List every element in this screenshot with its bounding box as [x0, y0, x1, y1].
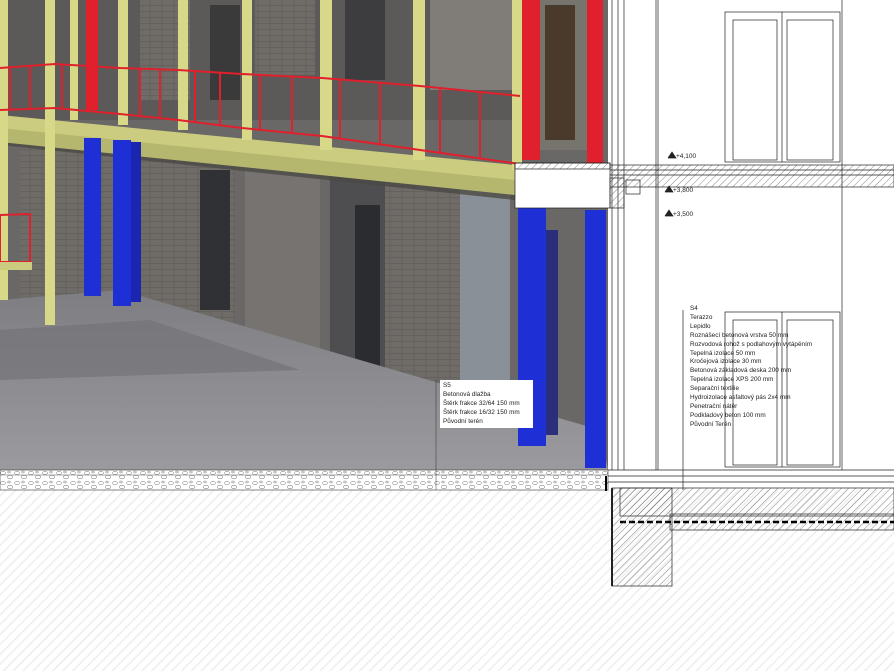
- legend-s4-layer: Penetrační nátěr: [690, 402, 738, 410]
- level-label-mid: +3,800: [673, 187, 694, 194]
- legend-s4-layer: Separační textilie: [690, 385, 740, 393]
- legend-s4-code: S4: [690, 305, 698, 312]
- legend-s4-layer: Podkladový beton 100 mm: [690, 411, 766, 419]
- legend-s5-layer: Původní terén: [443, 417, 483, 425]
- level-label-low: +3,500: [673, 211, 694, 218]
- legend-s4-layer: Tepelná izolace 50 mm: [690, 349, 756, 357]
- legend-s4-layer: Tepelná izolace XPS 200 mm: [690, 376, 774, 384]
- legend-s5-layer: Štěrk frakce 16/32 150 mm: [443, 408, 520, 416]
- legend-s4-layer: Terazzo: [690, 313, 713, 321]
- section-drawing: +4,100 +3,800 +3,500 S5 Betonová dlažba …: [0, 0, 894, 671]
- legend-s4-layer: Roznášecí betonová vrstva 50 mm: [690, 331, 789, 339]
- legend-s4: S4 Terazzo Lepidlo Roznášecí betonová vr…: [690, 305, 830, 430]
- legend-s4-layer: Betonová základová deska 200 mm: [690, 367, 792, 375]
- legend-s5-layer: Štěrk frakce 32/64 150 mm: [443, 399, 520, 407]
- level-label-top: +4,100: [676, 153, 697, 160]
- legend-s5-code: S5: [443, 382, 451, 389]
- legend-s4-layer: Hydroizolace asfaltový pás 2x4 mm: [690, 394, 791, 402]
- legend-s5-layer: Betonová dlažba: [443, 390, 491, 398]
- legend-s4-layer: Kročejová izolace 30 mm: [690, 358, 762, 366]
- legend-s5: S5 Betonová dlažba Štěrk frakce 32/64 15…: [440, 380, 533, 428]
- legend-s4-layer: Původní Terén: [690, 420, 732, 428]
- gravel-layer: [0, 469, 609, 491]
- legend-s4-layer: Lepidlo: [690, 322, 711, 330]
- legend-s4-layer: Rozvodová rohož s podlahovým vytápěním: [690, 340, 813, 348]
